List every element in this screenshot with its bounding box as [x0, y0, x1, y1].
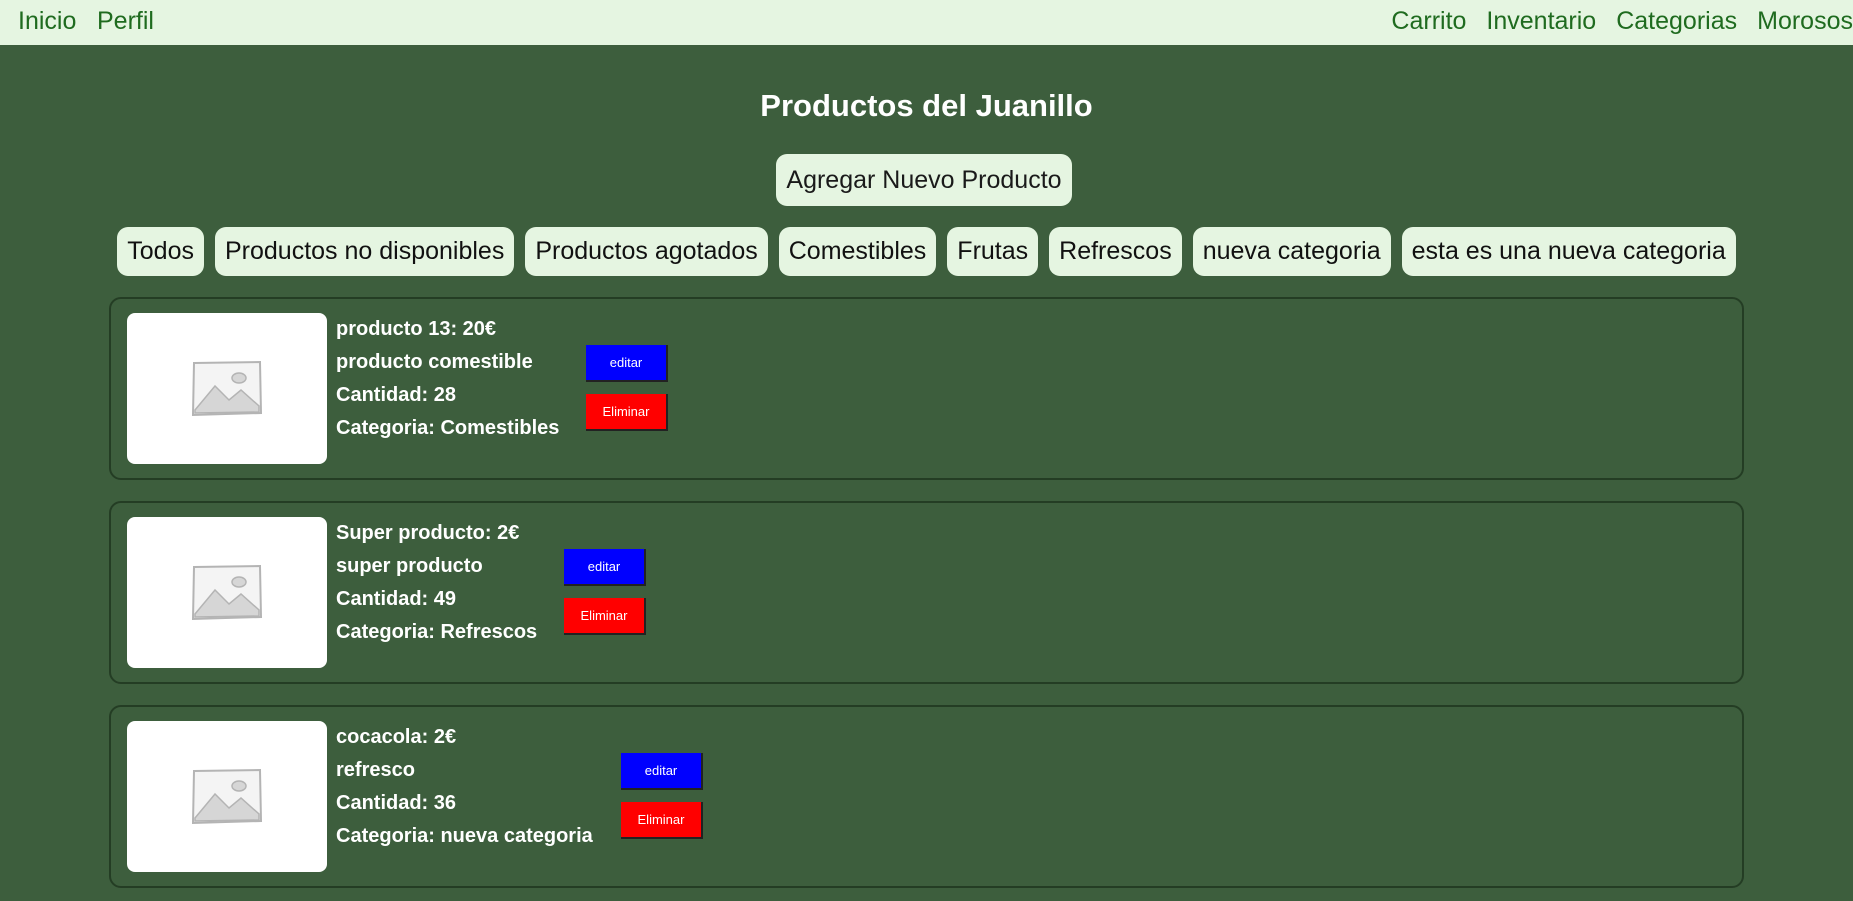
product-actions: editar Eliminar: [564, 549, 646, 635]
product-title: producto 13: 20€: [336, 318, 497, 340]
nav-link-morosos[interactable]: Morosos: [1757, 7, 1853, 37]
product-actions: editar Eliminar: [586, 345, 668, 431]
product-card: cocacola: 2€ refresco Cantidad: 36 Categ…: [109, 705, 1744, 888]
product-card: producto 13: 20€ producto comestible Can…: [109, 297, 1744, 480]
page-title: Productos del Juanillo: [760, 88, 1093, 123]
product-description: producto comestible: [336, 351, 533, 373]
product-category: Categoria: nueva categoria: [336, 825, 593, 847]
nav-link-categorias[interactable]: Categorias: [1616, 7, 1737, 37]
edit-button[interactable]: editar: [564, 549, 646, 586]
nav-link-perfil[interactable]: Perfil: [97, 7, 154, 36]
filter-esta-es-una-nueva-categoria[interactable]: esta es una nueva categoria: [1401, 227, 1736, 276]
add-product-button[interactable]: Agregar Nuevo Producto: [776, 154, 1072, 206]
product-quantity: Cantidad: 49: [336, 588, 457, 610]
product-category: Categoria: Refrescos: [336, 621, 538, 643]
filter-no-disponibles[interactable]: Productos no disponibles: [214, 227, 515, 276]
product-image: [127, 517, 327, 668]
filter-nueva-categoria[interactable]: nueva categoria: [1192, 227, 1391, 276]
nav-link-inventario[interactable]: Inventario: [1486, 7, 1596, 37]
product-description: super producto: [336, 555, 483, 577]
filter-todos[interactable]: Todos: [117, 227, 204, 276]
product-actions: editar Eliminar: [621, 753, 703, 839]
product-image: [127, 721, 327, 872]
product-title: cocacola: 2€: [336, 726, 457, 748]
product-description: refresco: [336, 759, 415, 781]
filter-refrescos[interactable]: Refrescos: [1049, 227, 1182, 276]
image-placeholder-icon: [191, 360, 263, 416]
top-navbar: Inicio Perfil Carrito Inventario Categor…: [0, 0, 1853, 45]
product-category: Categoria: Comestibles: [336, 417, 560, 439]
nav-link-carrito[interactable]: Carrito: [1391, 7, 1466, 37]
category-filter-bar: Todos Productos no disponibles Productos…: [0, 227, 1853, 276]
product-quantity: Cantidad: 36: [336, 792, 457, 814]
product-info: Super producto: 2€ super producto Cantid…: [336, 517, 537, 649]
filter-frutas[interactable]: Frutas: [947, 227, 1039, 276]
filter-comestibles[interactable]: Comestibles: [778, 227, 937, 276]
product-info: cocacola: 2€ refresco Cantidad: 36 Categ…: [336, 721, 593, 853]
edit-button[interactable]: editar: [586, 345, 668, 382]
filter-agotados[interactable]: Productos agotados: [525, 227, 768, 276]
nav-right-group: Carrito Inventario Categorias Morosos: [1391, 7, 1853, 37]
product-card: Super producto: 2€ super producto Cantid…: [109, 501, 1744, 684]
product-info: producto 13: 20€ producto comestible Can…: [336, 313, 559, 445]
product-image: [127, 313, 327, 464]
delete-button[interactable]: Eliminar: [621, 802, 703, 839]
image-placeholder-icon: [191, 768, 263, 824]
delete-button[interactable]: Eliminar: [564, 598, 646, 635]
product-quantity: Cantidad: 28: [336, 384, 457, 406]
edit-button[interactable]: editar: [621, 753, 703, 790]
image-placeholder-icon: [191, 564, 263, 620]
delete-button[interactable]: Eliminar: [586, 394, 668, 431]
product-title: Super producto: 2€: [336, 522, 520, 544]
nav-link-inicio[interactable]: Inicio: [18, 7, 76, 36]
